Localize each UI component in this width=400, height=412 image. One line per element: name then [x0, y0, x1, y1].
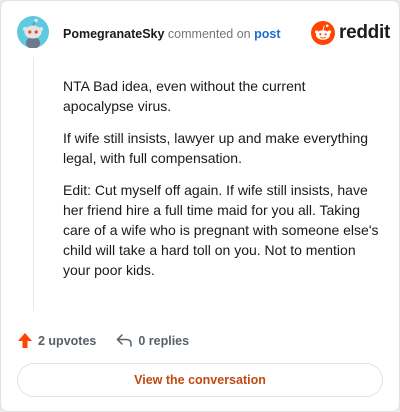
reply-stat[interactable]: 0 replies	[116, 333, 189, 348]
upvote-stat[interactable]: 2 upvotes	[17, 332, 96, 349]
upvote-arrow-icon	[18, 333, 32, 348]
reddit-brand[interactable]: reddit	[311, 21, 390, 45]
comment-footer: 2 upvotes 0 replies	[17, 332, 189, 349]
thread-line	[33, 57, 34, 311]
reply-count: 0 replies	[138, 333, 190, 348]
action-text: commented on	[167, 27, 251, 41]
username-link[interactable]: PomegranateSky	[63, 27, 164, 41]
comment-header: PomegranateSky commented on post	[63, 26, 280, 42]
view-conversation-button[interactable]: View the conversation	[17, 363, 383, 397]
comment-body: NTA Bad idea, even without the current a…	[63, 76, 379, 292]
reply-arrow-icon	[117, 334, 133, 347]
comment-paragraph: If wife still insists, lawyer up and mak…	[63, 130, 369, 166]
comment-paragraph: NTA Bad idea, even without the current a…	[63, 78, 306, 114]
upvote-count: 2 upvotes	[38, 333, 97, 348]
post-link[interactable]: post	[254, 27, 280, 41]
comment-card: PomegranateSky commented on post reddit …	[0, 0, 400, 412]
snoo-avatar-icon[interactable]	[17, 16, 49, 48]
brand-wordmark: reddit	[339, 22, 390, 43]
reddit-logo-icon	[311, 21, 335, 45]
comment-paragraph: Edit: Cut myself off again. If wife stil…	[63, 182, 379, 278]
